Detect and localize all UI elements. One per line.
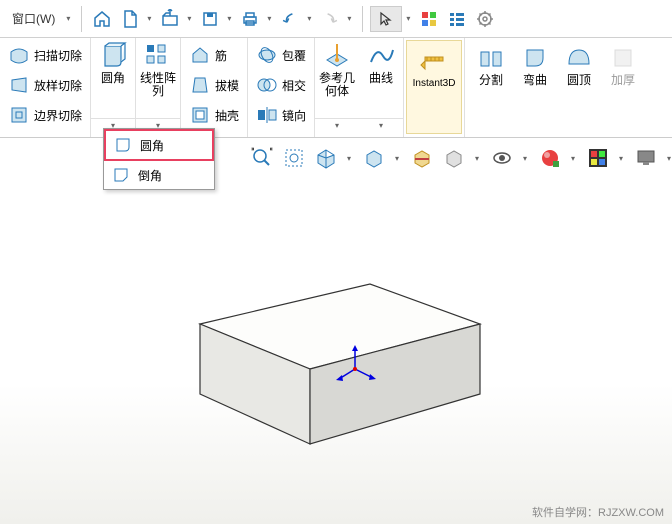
window-menu[interactable]: 窗口(W) — [4, 10, 63, 27]
wrap-button[interactable]: 包覆 — [252, 42, 310, 68]
print-icon[interactable] — [237, 6, 263, 32]
instant3d-group: Instant3D — [404, 38, 465, 137]
direct-edit-group: 分割 弯曲 圆顶 加厚 — [465, 38, 649, 137]
chamfer-icon — [112, 166, 130, 184]
boundary-cut-button[interactable]: 边界切除 — [4, 102, 86, 128]
dropdown-icon[interactable]: ▾ — [344, 154, 354, 163]
dropdown-icon[interactable]: ▾ — [63, 14, 73, 23]
mirror-button[interactable]: 镜向 — [252, 102, 310, 128]
curves-dropdown[interactable]: ▾ — [359, 118, 403, 132]
dropdown-icon[interactable]: ▾ — [264, 14, 274, 23]
popup-item-label: 倒角 — [138, 167, 162, 184]
watermark-text: 软件自学网：RJZXW.COM — [532, 504, 664, 520]
display-state-icon[interactable] — [440, 144, 468, 172]
modify-group: 筋 拔模 抽壳 — [181, 38, 248, 137]
separator — [362, 6, 363, 32]
dropdown-icon[interactable]: ▾ — [664, 154, 672, 163]
ribbon: 扫描切除 放样切除 边界切除 圆角 ▾ 线性阵 列 ▾ 筋 拔模 抽壳 包覆 相… — [0, 38, 672, 138]
home-icon[interactable] — [89, 6, 115, 32]
cut-group: 扫描切除 放样切除 边界切除 — [0, 38, 91, 137]
view-orientation-icon[interactable] — [312, 144, 340, 172]
view-toolbar: ▾ ▾ ▾ ▾ ▾ ▾ ▾ — [248, 144, 672, 172]
linear-pattern-button[interactable]: 线性阵 列 — [136, 38, 180, 118]
undo-icon[interactable] — [277, 6, 303, 32]
loft-cut-button[interactable]: 放样切除 — [4, 72, 86, 98]
fillet-icon — [114, 136, 132, 154]
dropdown-icon[interactable]: ▾ — [304, 14, 314, 23]
popup-fillet-item[interactable]: 圆角 — [104, 129, 214, 161]
open-icon[interactable] — [157, 6, 183, 32]
save-icon[interactable] — [197, 6, 223, 32]
dropdown-icon[interactable]: ▾ — [616, 154, 626, 163]
dropdown-icon[interactable]: ▾ — [344, 14, 354, 23]
rib-button[interactable]: 筋 — [185, 42, 231, 68]
dropdown-icon[interactable]: ▾ — [184, 14, 194, 23]
model-view — [0, 174, 672, 524]
modify-group-2: 包覆 相交 镜向 — [248, 38, 315, 137]
list-icon[interactable] — [444, 6, 470, 32]
fillet-button[interactable]: 圆角 — [91, 38, 135, 118]
instant3d-button[interactable]: Instant3D — [406, 40, 462, 134]
new-icon[interactable] — [117, 6, 143, 32]
dropdown-icon[interactable]: ▾ — [392, 154, 402, 163]
split-button[interactable]: 分割 — [469, 40, 513, 134]
top-toolbar: 窗口(W) ▾ ▾ ▾ ▾ ▾ ▾ ▾ ▾ — [0, 0, 672, 38]
dropdown-icon[interactable]: ▾ — [472, 154, 482, 163]
section-view-icon[interactable] — [408, 144, 436, 172]
intersect-button[interactable]: 相交 — [252, 72, 310, 98]
select-icon[interactable] — [370, 6, 402, 32]
appearance-icon[interactable] — [536, 144, 564, 172]
scan-cut-button[interactable]: 扫描切除 — [4, 42, 86, 68]
fillet-group: 圆角 ▾ — [91, 38, 136, 137]
dropdown-icon[interactable]: ▾ — [520, 154, 530, 163]
bend-button[interactable]: 弯曲 — [513, 40, 557, 134]
zoom-fit-icon[interactable] — [248, 144, 276, 172]
popup-chamfer-item[interactable]: 倒角 — [104, 161, 214, 189]
dropdown-icon[interactable]: ▾ — [144, 14, 154, 23]
scene-icon[interactable] — [584, 144, 612, 172]
screen-icon[interactable] — [632, 144, 660, 172]
ref-geom-button[interactable]: 参考几 何体 — [315, 38, 359, 118]
graphics-area[interactable] — [0, 174, 672, 524]
dropdown-icon[interactable]: ▾ — [403, 14, 413, 23]
curves-button[interactable]: 曲线 — [359, 38, 403, 118]
draft-button[interactable]: 拔模 — [185, 72, 243, 98]
dropdown-icon[interactable]: ▾ — [568, 154, 578, 163]
zoom-area-icon[interactable] — [280, 144, 308, 172]
dome-button[interactable]: 圆顶 — [557, 40, 601, 134]
popup-item-label: 圆角 — [140, 137, 164, 154]
hide-show-icon[interactable] — [488, 144, 516, 172]
dropdown-icon[interactable]: ▾ — [224, 14, 234, 23]
ref-geom-dropdown[interactable]: ▾ — [315, 118, 359, 132]
fillet-popup-menu: 圆角 倒角 — [103, 128, 215, 190]
pattern-group: 线性阵 列 ▾ — [136, 38, 181, 137]
color-icon[interactable] — [416, 6, 442, 32]
redo-icon[interactable] — [317, 6, 343, 32]
shell-button[interactable]: 抽壳 — [185, 102, 243, 128]
settings-icon[interactable] — [472, 6, 498, 32]
thicken-button: 加厚 — [601, 40, 645, 134]
reference-group: 参考几 何体▾ 曲线▾ — [315, 38, 404, 137]
display-style-icon[interactable] — [360, 144, 388, 172]
separator — [81, 6, 82, 32]
